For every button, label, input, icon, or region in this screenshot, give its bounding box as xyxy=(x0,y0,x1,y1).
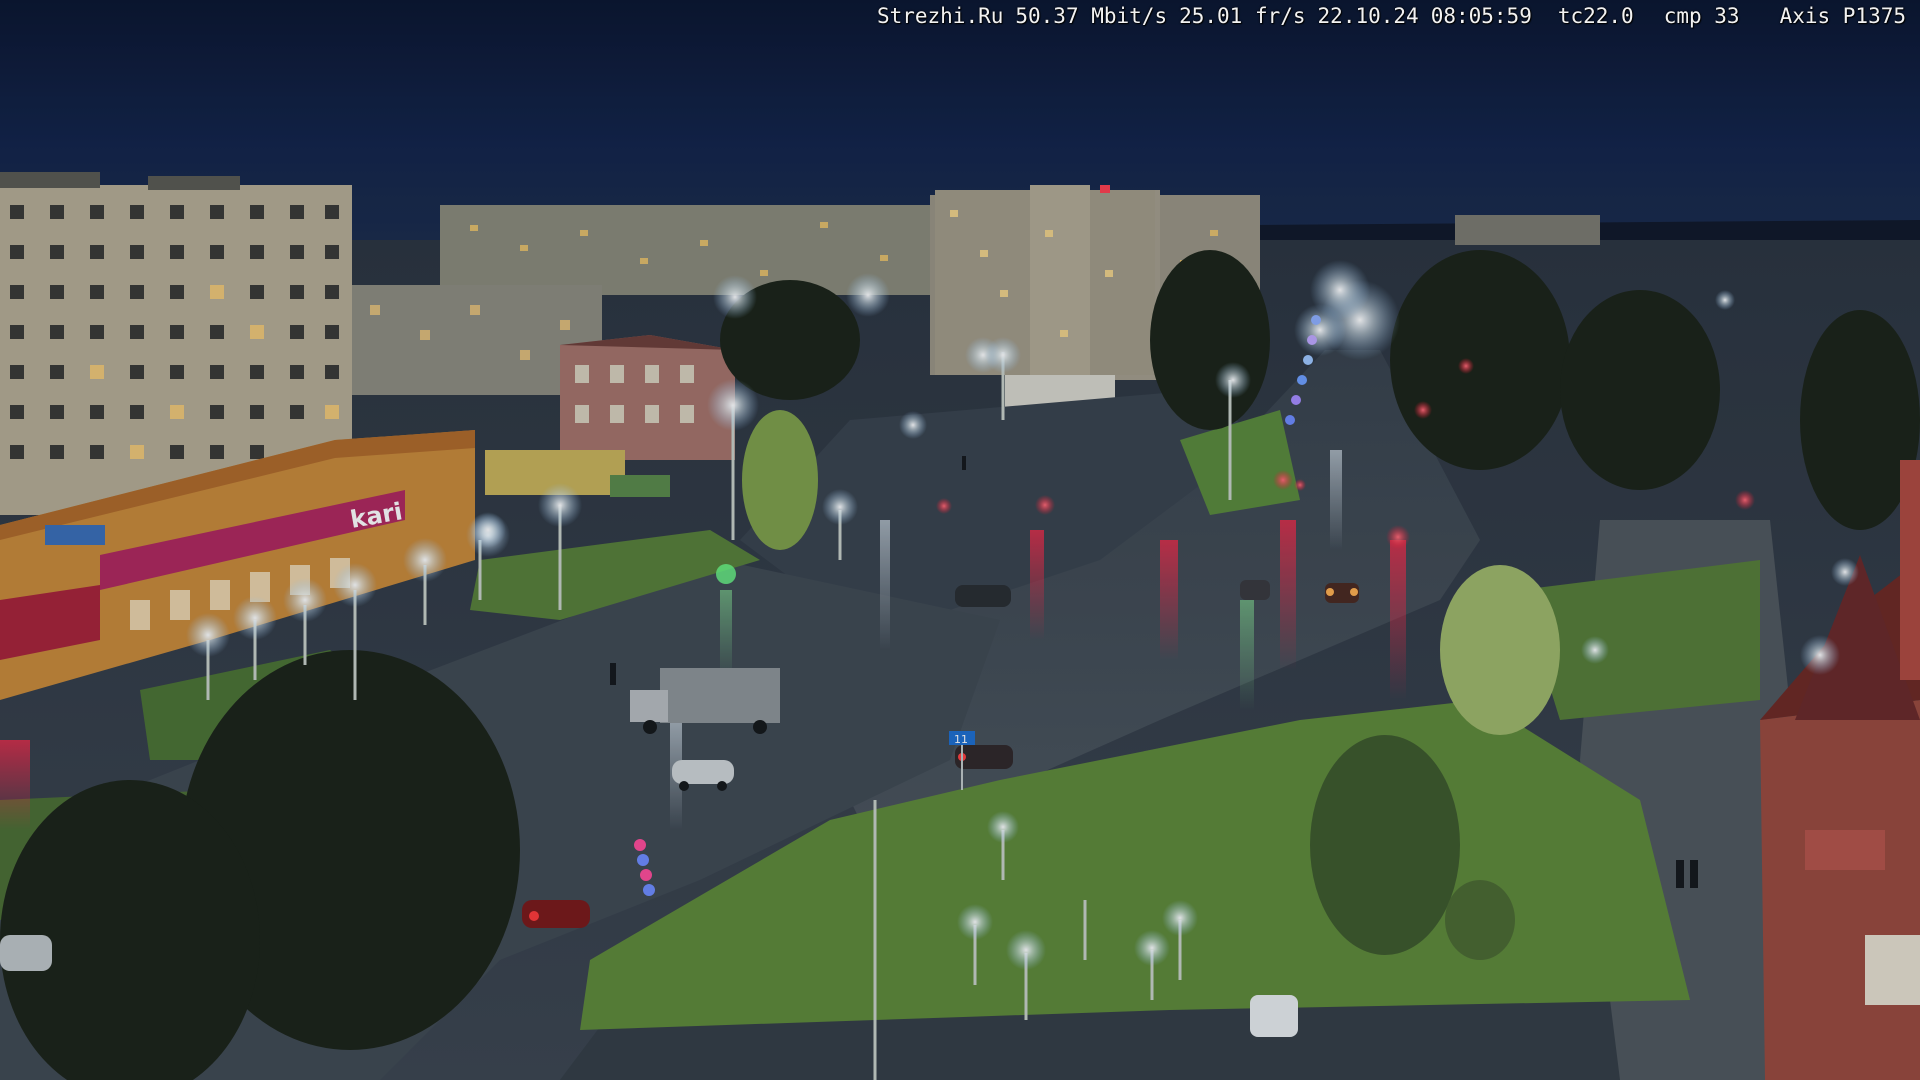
street-scene-image: kari 11 xyxy=(0,0,1920,1080)
osd-time: 08:05:59 xyxy=(1430,4,1532,28)
osd-source: Strezhi.Ru xyxy=(876,4,1004,28)
camera-osd-overlay: Strezhi.Ru 50.37 Mbit/s 25.01 fr/s 22.10… xyxy=(877,3,1906,29)
osd-cmp: cmp 33 xyxy=(1663,4,1740,28)
camera-frame: kari 11 Strezhi.Ru 50.37 Mbit/s 25.01 fr… xyxy=(0,0,1920,1080)
night-tint xyxy=(0,0,1920,1080)
osd-framerate: 25.01 fr/s xyxy=(1179,4,1306,28)
osd-date: 22.10.24 xyxy=(1317,4,1419,28)
osd-tc: tc22.0 xyxy=(1557,4,1634,28)
osd-camera-model: Axis P1375 xyxy=(1779,4,1906,28)
osd-bitrate: 50.37 Mbit/s xyxy=(1015,4,1168,28)
